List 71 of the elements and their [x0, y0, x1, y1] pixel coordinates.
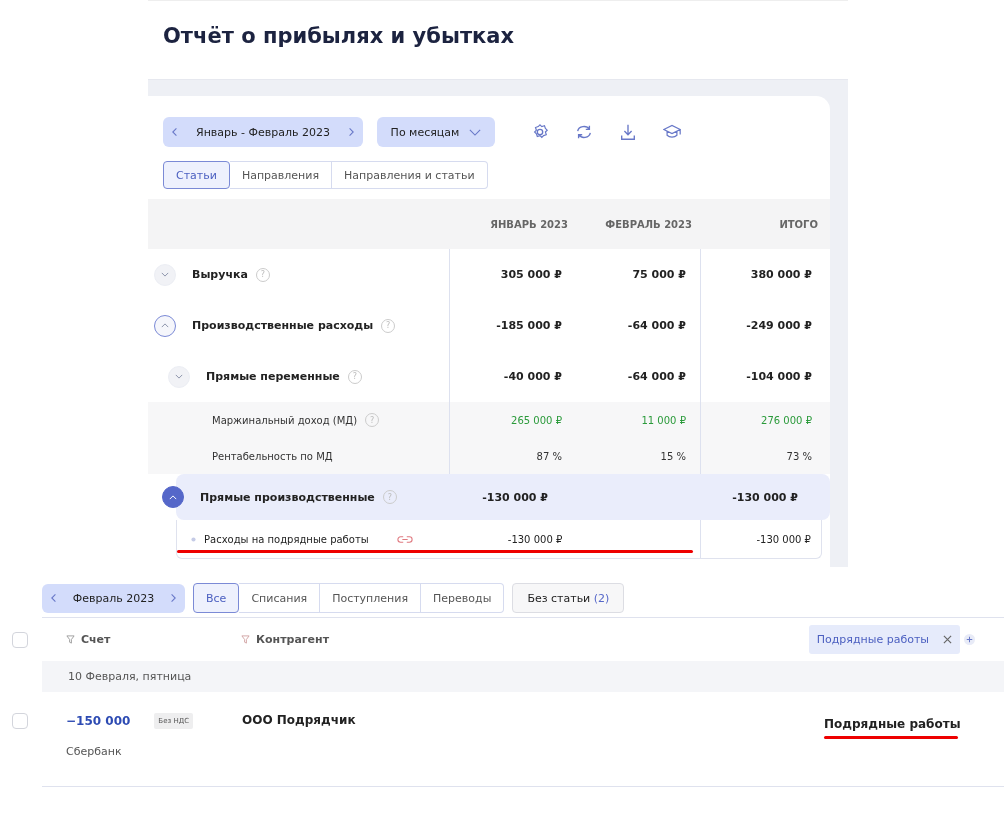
account-text: Сбербанк — [66, 745, 123, 758]
link-icon[interactable] — [396, 534, 413, 544]
chevron-up-icon — [161, 323, 169, 328]
row-label: Прямые производственные — [200, 490, 375, 504]
chevron-down-icon — [161, 272, 169, 277]
row-checkbox[interactable] — [12, 713, 28, 729]
cell-value: -64 000 ₽ — [627, 319, 686, 332]
chevron-right-icon — [346, 127, 355, 137]
cell-value: -130 000 ₽ — [482, 490, 548, 504]
filter-tab[interactable]: Списания — [239, 583, 321, 613]
cell-value: -64 000 ₽ — [627, 370, 686, 383]
column-header: ФЕВРАЛЬ 2023 — [604, 218, 693, 230]
filter-tab[interactable]: Переводы — [421, 583, 505, 613]
tree-dot-icon — [191, 536, 196, 542]
caret-icon — [469, 128, 482, 136]
filter-tab[interactable]: Поступления — [320, 583, 422, 613]
amount-text: −150 000 — [66, 714, 131, 728]
add-icon[interactable] — [964, 634, 975, 645]
filter-icon[interactable] — [66, 635, 75, 644]
cell-value: 380 000 ₽ — [750, 268, 812, 281]
expand-toggle[interactable] — [154, 314, 176, 337]
chevron-right-icon — [168, 593, 177, 603]
cell-value: 73 % — [786, 450, 812, 462]
expand-toggle[interactable] — [162, 486, 184, 508]
refresh-icon[interactable] — [575, 123, 593, 141]
view-tab[interactable]: Статьи — [163, 161, 230, 189]
chevron-down-icon — [175, 374, 183, 379]
cell-value: -40 000 ₽ — [503, 370, 562, 383]
column-header: Счет — [81, 633, 111, 646]
uncategorized-button[interactable]: Без статьи (2) — [512, 583, 625, 613]
date-header: 10 Февраля, пятница — [68, 670, 192, 683]
chevron-up-icon — [169, 494, 177, 500]
cell-value: 87 % — [536, 450, 562, 462]
row-label: Выручка — [192, 268, 248, 281]
chevron-left-icon — [171, 127, 180, 137]
column-header: ИТОГО — [778, 218, 819, 230]
cell-value: -249 000 ₽ — [746, 319, 812, 332]
cell-value: 15 % — [660, 450, 686, 462]
period-label: Январь - Февраль 2023 — [196, 125, 330, 139]
view-tab[interactable]: Направления и статьи — [332, 161, 488, 189]
cell-value: 75 000 ₽ — [632, 268, 686, 281]
chevron-left-icon — [50, 593, 59, 603]
settings-icon[interactable] — [531, 123, 549, 141]
graduation-cap-icon[interactable] — [663, 123, 681, 141]
grouping-dropdown[interactable]: По месяцам — [377, 117, 495, 147]
close-icon[interactable] — [943, 635, 952, 644]
chip-label: Подрядные работы — [816, 633, 929, 646]
cell-value: -130 000 ₽ — [507, 533, 563, 545]
cell-value: -104 000 ₽ — [746, 370, 812, 383]
column-header: ЯНВАРЬ 2023 — [489, 218, 569, 230]
filter-icon[interactable] — [241, 635, 250, 644]
column-header: Контрагент — [256, 633, 329, 646]
cell-value: -130 000 ₽ — [756, 533, 811, 545]
select-all-checkbox[interactable] — [12, 631, 28, 648]
cell-value: 276 000 ₽ — [761, 414, 812, 426]
period-label: Февраль 2023 — [72, 591, 155, 605]
cell-value: -185 000 ₽ — [496, 319, 562, 332]
cell-value: 305 000 ₽ — [500, 268, 562, 281]
cell-value: 11 000 ₽ — [641, 414, 686, 426]
row-label: Маржинальный доход (МД) — [212, 414, 358, 426]
counterparty-text: ООО Подрядчик — [242, 713, 356, 727]
download-icon[interactable] — [619, 123, 637, 141]
category-text: Подрядные работы — [824, 717, 961, 731]
cell-value: -130 000 ₽ — [732, 490, 798, 504]
row-label: Прямые переменные — [206, 370, 340, 383]
cell-value: 265 000 ₽ — [511, 414, 562, 426]
row-label: Рентабельность по МД — [212, 450, 333, 462]
view-tab[interactable]: Направления — [229, 161, 333, 189]
row-label: Производственные расходы — [192, 319, 374, 332]
filter-tab[interactable]: Все — [193, 583, 240, 613]
row-label: Расходы на подрядные работы — [204, 533, 369, 545]
